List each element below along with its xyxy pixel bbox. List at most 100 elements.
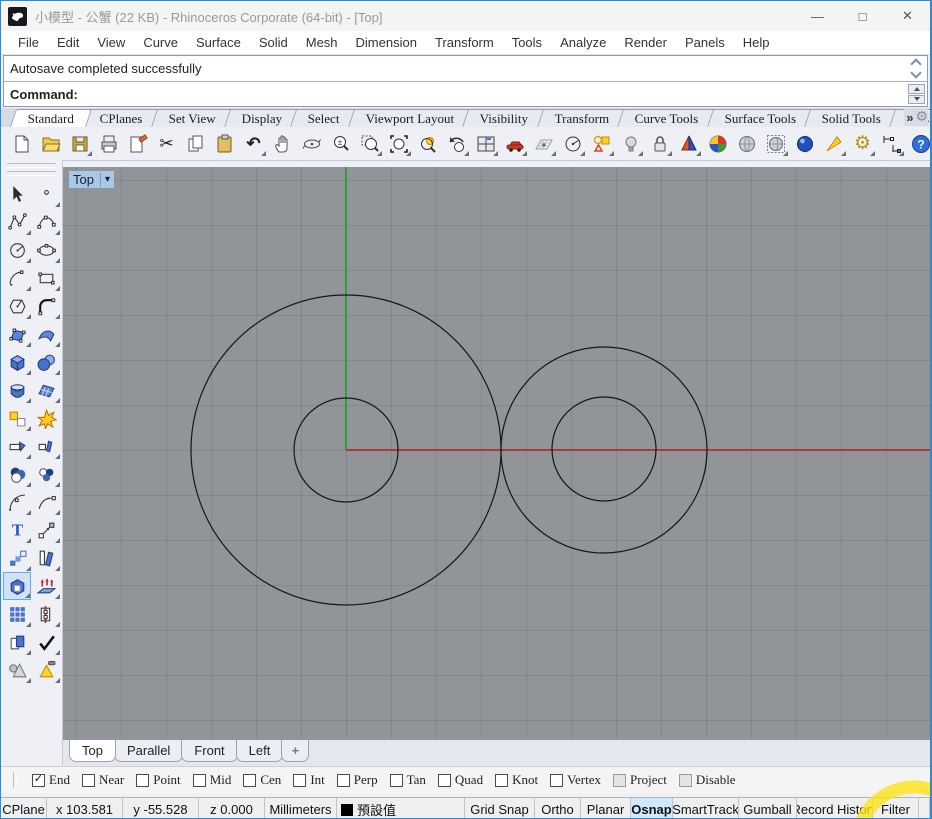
osnap-int[interactable]: Int — [293, 772, 325, 788]
status-gumball[interactable]: Gumball — [739, 798, 797, 818]
menu-panels[interactable]: Panels — [676, 35, 734, 50]
menu-analyze[interactable]: Analyze — [551, 35, 615, 50]
circle-tool-icon[interactable] — [560, 131, 585, 157]
viewport-title-dropdown[interactable]: Top ▾ — [69, 171, 114, 188]
text-object-icon[interactable]: T — [3, 516, 31, 544]
named-views-icon[interactable] — [502, 131, 527, 157]
menu-transform[interactable]: Transform — [426, 35, 503, 50]
add-viewport-tab-icon[interactable]: + — [281, 740, 310, 762]
menu-solid[interactable]: Solid — [250, 35, 297, 50]
rotate-view-icon[interactable] — [299, 131, 324, 157]
surface-sweep-icon[interactable] — [32, 376, 60, 404]
viewport-tab-parallel[interactable]: Parallel — [113, 740, 184, 762]
xray-viewport-icon[interactable] — [763, 131, 788, 157]
command-history[interactable]: Autosave completed successfully — [4, 56, 927, 82]
menu-view[interactable]: View — [88, 35, 134, 50]
osnap-grip[interactable] — [13, 772, 18, 788]
point-icon[interactable] — [32, 180, 60, 208]
options-icon[interactable]: ⚙ — [850, 131, 875, 157]
tab-solid-tools[interactable]: Solid Tools — [804, 109, 900, 127]
cut-icon[interactable]: ✂ — [154, 131, 179, 157]
dimension-icon[interactable] — [879, 131, 904, 157]
save-icon[interactable] — [67, 131, 92, 157]
tab-gear-icon[interactable]: ⚙ — [915, 109, 928, 126]
sphere-icon[interactable] — [32, 348, 60, 376]
extrude-surface-icon[interactable] — [32, 572, 60, 600]
extend-curve-icon[interactable] — [32, 488, 60, 516]
osnap-cen[interactable]: Cen — [243, 772, 281, 788]
viewport-tab-front[interactable]: Front — [181, 740, 238, 762]
arc-icon[interactable] — [3, 264, 31, 292]
pan-hand-icon[interactable] — [270, 131, 295, 157]
command-spin-down-icon[interactable] — [908, 94, 925, 104]
status-grid-snap[interactable]: Grid Snap — [465, 798, 535, 818]
lamp-icon[interactable] — [618, 131, 643, 157]
maximize-button[interactable]: □ — [840, 1, 885, 31]
menu-tools[interactable]: Tools — [503, 35, 551, 50]
sidebar-grip[interactable] — [7, 163, 56, 168]
zoom-dynamic-icon[interactable]: ± — [328, 131, 353, 157]
status-layer[interactable]: 預設值 — [337, 798, 465, 818]
curve-fillet-corner-icon[interactable] — [32, 292, 60, 320]
select-arrow-icon[interactable] — [3, 180, 31, 208]
move-icon[interactable] — [32, 516, 60, 544]
osnap-end[interactable]: End — [32, 772, 70, 788]
command-input[interactable]: Command: — [4, 82, 927, 106]
tab-standard[interactable]: Standard — [10, 109, 93, 127]
boolean-difference-icon[interactable] — [32, 460, 60, 488]
menu-dimension[interactable]: Dimension — [347, 35, 426, 50]
explode-icon[interactable] — [32, 404, 60, 432]
paste-icon[interactable] — [212, 131, 237, 157]
osnap-disable[interactable]: Disable — [678, 772, 736, 788]
circle-icon[interactable] — [3, 236, 31, 264]
copy-objects-icon[interactable] — [3, 628, 31, 656]
copy-icon[interactable] — [183, 131, 208, 157]
ghosted-viewport-icon[interactable] — [734, 131, 759, 157]
trim-icon[interactable] — [3, 432, 31, 460]
close-button[interactable]: ✕ — [885, 1, 930, 31]
array-grid-icon[interactable] — [3, 600, 31, 628]
surface-curved-icon[interactable] — [32, 320, 60, 348]
osnap-perp[interactable]: Perp — [336, 772, 378, 788]
osnap-vertex[interactable]: Vertex — [550, 772, 601, 788]
viewport-tab-top[interactable]: Top — [69, 740, 116, 762]
section-icon[interactable] — [32, 600, 60, 628]
zoom-window-icon[interactable] — [357, 131, 382, 157]
zoom-extents-icon[interactable] — [386, 131, 411, 157]
status-record-history[interactable]: Record History — [797, 798, 873, 818]
osnap-near[interactable]: Near — [81, 772, 124, 788]
osnap-knot[interactable]: Knot — [495, 772, 538, 788]
sidebar-grip2[interactable] — [7, 171, 56, 176]
menu-surface[interactable]: Surface — [187, 35, 250, 50]
menu-file[interactable]: File — [9, 35, 48, 50]
surface-revolve-icon[interactable] — [3, 376, 31, 404]
help-icon[interactable]: ? — [908, 131, 930, 157]
ellipse-icon[interactable] — [32, 236, 60, 264]
status-units[interactable]: Millimeters — [265, 798, 337, 818]
print-icon[interactable] — [96, 131, 121, 157]
status-cplane[interactable]: CPlane — [1, 798, 47, 818]
status-smarttrack[interactable]: SmartTrack — [673, 798, 739, 818]
four-viewports-icon[interactable] — [473, 131, 498, 157]
tab-curve-tools[interactable]: Curve Tools — [617, 109, 717, 127]
polygon-icon[interactable] — [3, 292, 31, 320]
menu-edit[interactable]: Edit — [48, 35, 88, 50]
tab-surface-tools[interactable]: Surface Tools — [706, 109, 815, 127]
menu-render[interactable]: Render — [615, 35, 676, 50]
rectangle-icon[interactable] — [32, 264, 60, 292]
undo-icon[interactable]: ↶ — [241, 131, 266, 157]
cplane-icon[interactable] — [531, 131, 556, 157]
render-icon[interactable] — [792, 131, 817, 157]
box-icon[interactable] — [3, 348, 31, 376]
osnap-point[interactable]: Point — [136, 772, 181, 788]
command-spin-up-icon[interactable] — [908, 84, 925, 94]
spotlight-icon[interactable] — [821, 131, 846, 157]
status-planar[interactable]: Planar — [581, 798, 631, 818]
tab-cplanes[interactable]: CPlanes — [82, 109, 161, 127]
history-scroll-up-icon[interactable] — [910, 58, 922, 67]
join-puzzle-icon[interactable] — [3, 404, 31, 432]
offset-curve-icon[interactable] — [32, 544, 60, 572]
rhino-app-icon[interactable] — [8, 6, 27, 26]
viewport-tab-left[interactable]: Left — [235, 740, 284, 762]
osnap-mid[interactable]: Mid — [192, 772, 231, 788]
